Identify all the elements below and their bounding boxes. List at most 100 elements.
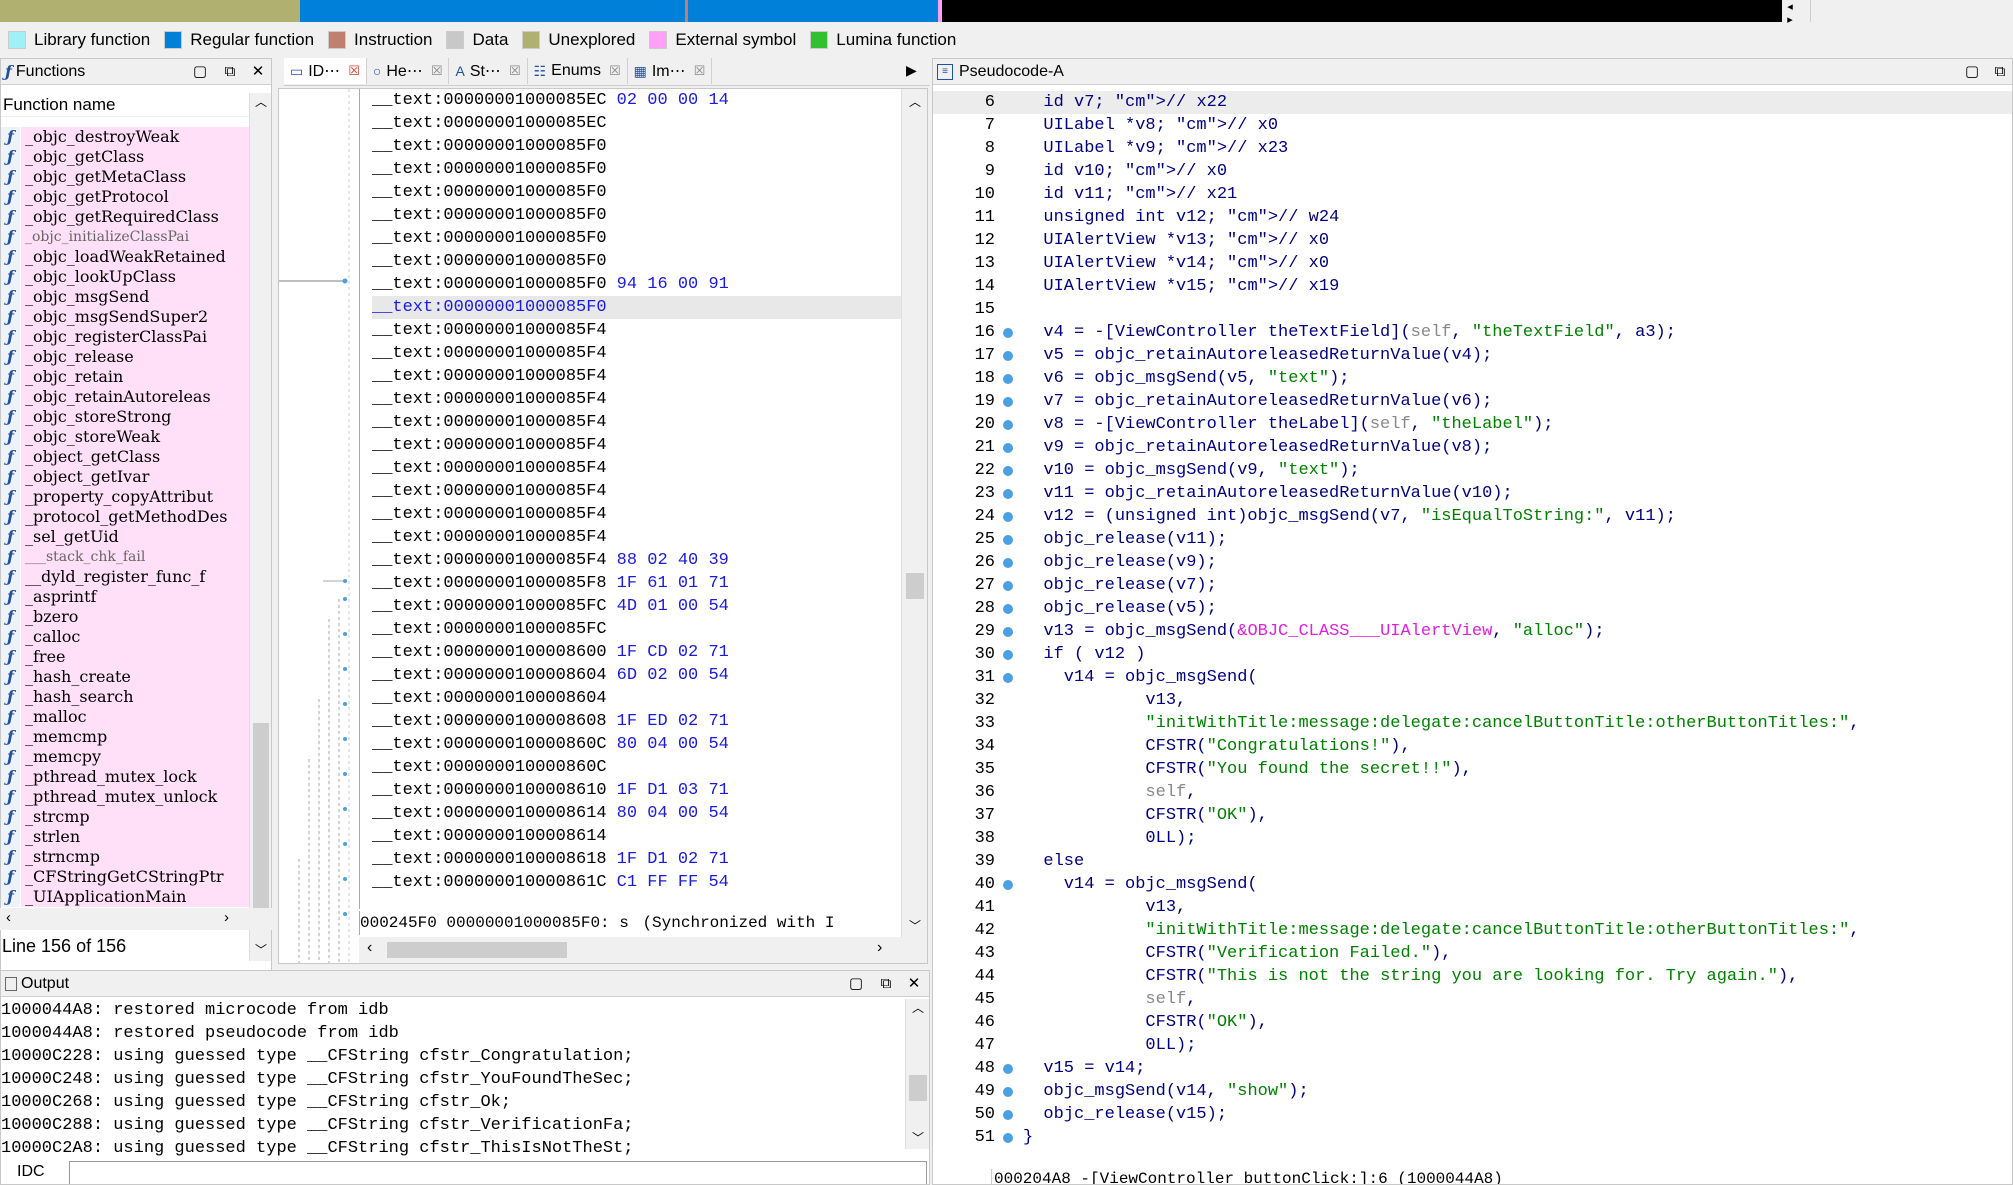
breakpoint-marker[interactable] [995,781,1023,804]
breakpoint-marker[interactable] [995,367,1023,390]
pseudocode-line[interactable]: 10 id v11; "cm">// x21 [933,183,2012,206]
pseudocode-line[interactable]: 22 v10 = objc_msgSend(v9, "text"); [933,459,2012,482]
disassembly-line[interactable]: __text:00000001000085F4 88 02 40 39 [372,549,901,572]
functions-horizontal-scrollbar[interactable]: ‹ › [0,908,272,930]
pseudocode-line[interactable]: 21 v9 = objc_retainAutoreleasedReturnVal… [933,436,2012,459]
pseudocode-line[interactable]: 40 v14 = objc_msgSend( [933,873,2012,896]
disassembly-line[interactable]: __text:00000001000085F4 [372,526,901,549]
disassembly-line[interactable]: __text:00000001000085F0 [372,204,901,227]
function-list-item[interactable]: ƒ _objc_getRequiredClass [1,207,249,227]
tab-close-icon[interactable]: ☒ [609,63,621,79]
scroll-left-icon[interactable]: ‹ [367,939,372,957]
pseudocode-line[interactable]: 7 UILabel *v8; "cm">// x0 [933,114,2012,137]
breakpoint-marker[interactable] [995,873,1023,896]
function-list-item[interactable]: ƒ _objc_retainAutoreleas [1,387,249,407]
disassembly-line[interactable]: __text:0000000100008608 1F ED 02 71 [372,710,901,733]
function-list-item[interactable]: ƒ _objc_storeWeak [1,427,249,447]
scroll-down-icon[interactable]: ﹀ [250,941,271,961]
function-name-header[interactable]: Function name [1,93,251,117]
pseudocode-line[interactable]: 36 self, [933,781,2012,804]
function-list-item[interactable]: ƒ _objc_msgSendSuper2 [1,307,249,327]
disassembly-line[interactable]: __text:00000001000085F8 1F 61 01 71 [372,572,901,595]
pseudocode-line[interactable]: 8 UILabel *v9; "cm">// x23 [933,137,2012,160]
pseudocode-line[interactable]: 49 objc_msgSend(v14, "show"); [933,1080,2012,1103]
pseudocode-line[interactable]: 28 objc_release(v5); [933,597,2012,620]
breakpoint-marker[interactable] [995,1126,1023,1149]
breakpoint-marker[interactable] [995,1011,1023,1034]
function-list-item[interactable]: ƒ ___stack_chk_fail [1,547,249,567]
pseudocode-line[interactable]: 37 CFSTR("OK"), [933,804,2012,827]
disassembly-vertical-scrollbar[interactable]: ︿ ﹀ [901,89,927,937]
pseudocode-line[interactable]: 50 objc_release(v15); [933,1103,2012,1126]
disassembly-line[interactable]: __text:00000001000085EC 02 00 00 14 [372,89,901,112]
disassembly-line[interactable]: __text:00000001000085F4 [372,319,901,342]
function-list-item[interactable]: ƒ _objc_initializeClassPai [1,227,249,247]
disassembly-line[interactable]: __text:000000010000860C [372,756,901,779]
disassembly-line[interactable]: __text:00000001000085F0 [372,296,901,319]
function-list-item[interactable]: ƒ _bzero [1,607,249,627]
scroll-up-icon[interactable]: ︿ [902,93,927,110]
disassembly-line[interactable]: __text:00000001000085FC 4D 01 00 54 [372,595,901,618]
pseudocode-line[interactable]: 48 v15 = v14; [933,1057,2012,1080]
function-list-item[interactable]: ƒ _free [1,647,249,667]
disassembly-line[interactable]: __text:000000010000861C C1 FF FF 54 [372,871,901,894]
disassembly-line[interactable]: __text:00000001000085F0 [372,135,901,158]
function-list-item[interactable]: ƒ _strlen [1,827,249,847]
function-list-item[interactable]: ƒ _objc_getProtocol [1,187,249,207]
pseudocode-line[interactable]: 33 "initWithTitle:message:delegate:cance… [933,712,2012,735]
function-list-item[interactable]: ƒ _objc_destroyWeak [1,127,249,147]
disassembly-line[interactable]: __text:0000000100008604 [372,687,901,710]
pseudocode-line[interactable]: 6 id v7; "cm">// x22 [933,91,2012,114]
breakpoint-marker[interactable] [995,114,1023,137]
disassembly-line[interactable]: __text:0000000100008610 1F D1 03 71 [372,779,901,802]
disassembly-line[interactable]: __text:00000001000085F4 [372,434,901,457]
disassembly-line[interactable]: __text:00000001000085F4 [372,342,901,365]
function-list-item[interactable]: ƒ _objc_release [1,347,249,367]
pseudocode-line[interactable]: 42 "initWithTitle:message:delegate:cance… [933,919,2012,942]
scroll-left-icon[interactable]: ‹ [6,909,11,926]
function-list-item[interactable]: ƒ _memcmp [1,727,249,747]
command-input[interactable] [69,1161,927,1184]
breakpoint-marker[interactable] [995,252,1023,275]
pseudocode-line[interactable]: 32 v13, [933,689,2012,712]
breakpoint-marker[interactable] [995,1034,1023,1057]
tab-hex-view[interactable]: ○ He⋯ ☒ [367,58,450,84]
pseudocode-line[interactable]: 43 CFSTR("Verification Failed."), [933,942,2012,965]
disassembly-line[interactable]: __text:00000001000085F4 [372,480,901,503]
breakpoint-marker[interactable] [995,321,1023,344]
disassembly-line[interactable]: __text:00000001000085EC [372,112,901,135]
tab-close-icon[interactable]: ☒ [431,63,443,79]
function-list-item[interactable]: ƒ _object_getClass [1,447,249,467]
scroll-thumb[interactable] [387,942,567,958]
function-list-item[interactable]: ƒ _objc_registerClassPai [1,327,249,347]
breakpoint-marker[interactable] [995,528,1023,551]
tab-more-icon[interactable]: ▶ [906,62,917,79]
breakpoint-marker[interactable] [995,1103,1023,1126]
disassembly-line[interactable]: __text:00000001000085F0 [372,158,901,181]
breakpoint-marker[interactable] [995,413,1023,436]
nav-scroll-icon[interactable]: ◂ ▸ [1782,0,1798,26]
disassembly-line[interactable]: __text:00000001000085F0 94 16 00 91 [372,273,901,296]
disassembly-listing[interactable]: __text:00000001000085EC 02 00 00 14 __text… [359,89,901,909]
breakpoint-marker[interactable] [995,436,1023,459]
scroll-up-icon[interactable]: ︿ [250,93,271,113]
breakpoint-marker[interactable] [995,758,1023,781]
pseudocode-line[interactable]: 25 objc_release(v11); [933,528,2012,551]
disassembly-line[interactable]: __text:00000001000085F0 [372,181,901,204]
scroll-thumb[interactable] [906,573,924,599]
function-list-item[interactable]: ƒ _property_copyAttribut [1,487,249,507]
pseudocode-line[interactable]: 24 v12 = (unsigned int)objc_msgSend(v7, … [933,505,2012,528]
breakpoint-marker[interactable] [995,574,1023,597]
function-list-item[interactable]: ƒ _objc_msgSend [1,287,249,307]
pseudocode-line[interactable]: 35 CFSTR("You found the secret!!"), [933,758,2012,781]
breakpoint-marker[interactable] [995,965,1023,988]
function-list-item[interactable]: ƒ _objc_retain [1,367,249,387]
pseudocode-line[interactable]: 18 v6 = objc_msgSend(v5, "text"); [933,367,2012,390]
breakpoint-marker[interactable] [995,827,1023,850]
pseudocode-line[interactable]: 17 v5 = objc_retainAutoreleasedReturnVal… [933,344,2012,367]
disassembly-line[interactable]: __text:00000001000085FC [372,618,901,641]
pseudocode-line[interactable]: 20 v8 = -[ViewController theLabel](self,… [933,413,2012,436]
function-list-item[interactable]: ƒ _pthread_mutex_unlock [1,787,249,807]
breakpoint-marker[interactable] [995,551,1023,574]
breakpoint-marker[interactable] [995,229,1023,252]
